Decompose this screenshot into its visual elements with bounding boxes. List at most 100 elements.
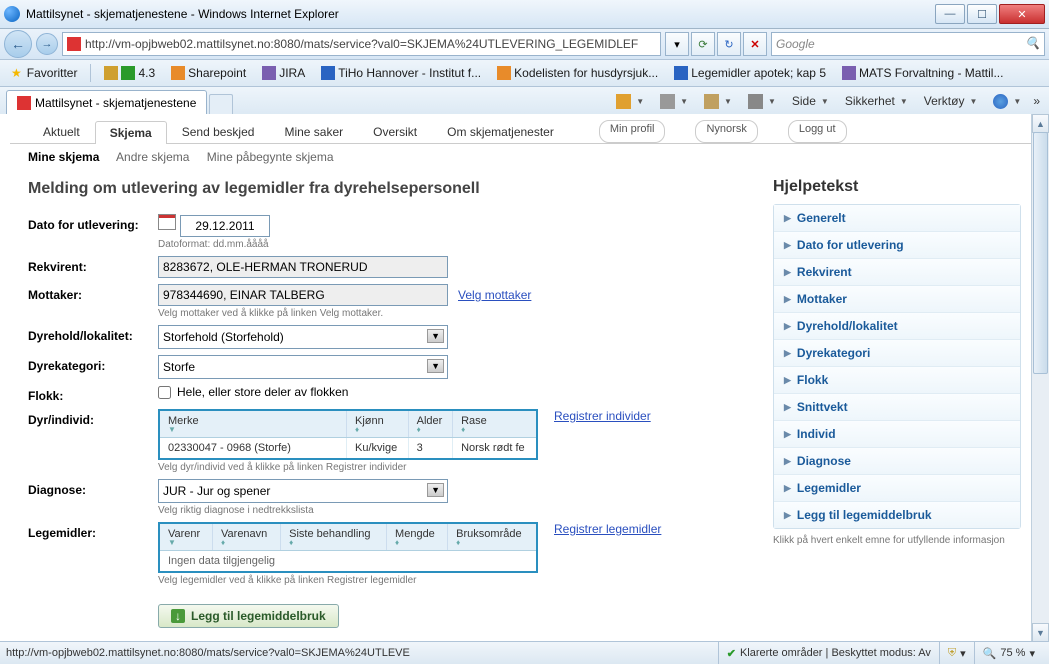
sharepoint-icon [171, 66, 185, 80]
triangle-icon: ▶ [784, 240, 791, 251]
fav-item-tiho[interactable]: TiHo Hannover - Institut f... [316, 63, 486, 83]
home-button[interactable]: ▼ [609, 89, 651, 113]
refresh-button[interactable]: ↻ [717, 32, 741, 56]
col-siste[interactable]: Siste behandling♦ [281, 523, 387, 551]
col-alder[interactable]: Alder♦ [408, 410, 452, 438]
checkbox-flokk[interactable]: Hele, eller store deler av flokken [158, 385, 753, 399]
help-item-legemidler[interactable]: ▶Legemidler [774, 475, 1020, 502]
col-bruksomrade[interactable]: Bruksområde♦ [448, 523, 537, 551]
fav-item-kodelisten[interactable]: Kodelisten for husdyrsjuk... [492, 63, 663, 83]
triangle-icon: ▶ [784, 267, 791, 278]
triangle-icon: ▶ [784, 321, 791, 332]
link-nynorsk[interactable]: Nynorsk [695, 120, 757, 143]
hint-diagnose: Velg riktig diagnose i nedtrekkslista [158, 505, 753, 516]
triangle-icon: ▶ [784, 348, 791, 359]
select-diagnose[interactable]: JUR - Jur og spener [158, 479, 448, 503]
help-item-dyrehold[interactable]: ▶Dyrehold/lokalitet [774, 313, 1020, 340]
col-varenavn[interactable]: Varenavn♦ [213, 523, 281, 551]
scroll-thumb[interactable] [1033, 132, 1048, 374]
status-protected-dropdown[interactable]: ⛨▾ [939, 642, 974, 664]
col-varenr[interactable]: Varenr▼ [159, 523, 213, 551]
help-item-rekvirent[interactable]: ▶Rekvirent [774, 259, 1020, 286]
col-merke[interactable]: Merke▼ [159, 410, 347, 438]
calendar-icon[interactable] [158, 214, 176, 230]
jira-icon [262, 66, 276, 80]
link-velgmottaker[interactable]: Velg mottaker [458, 288, 531, 302]
col-rase[interactable]: Rase♦ [453, 410, 537, 438]
tab-sendbeskjed[interactable]: Send beskjed [167, 120, 270, 143]
table-row[interactable]: 02330047 - 0968 (Storfe) Ku/kvige 3 Nors… [159, 438, 537, 460]
tab-minesaker[interactable]: Mine saker [269, 120, 358, 143]
link-minprofil[interactable]: Min profil [599, 120, 666, 143]
help-item-snittvekt[interactable]: ▶Snittvekt [774, 394, 1020, 421]
fav-item-43[interactable]: 4.3 [99, 63, 160, 83]
hint-mottaker: Velg mottaker ved å klikke på linken Vel… [158, 308, 753, 319]
triangle-icon: ▶ [784, 456, 791, 467]
help-item-dato[interactable]: ▶Dato for utlevering [774, 232, 1020, 259]
new-tab-button[interactable] [209, 94, 233, 115]
subtab-andreskjema[interactable]: Andre skjema [116, 150, 189, 164]
select-dyrekategori[interactable]: Storfe [158, 355, 448, 379]
browser-tab[interactable]: Mattilsynet - skjematjenestene [6, 90, 207, 115]
help-title: Hjelpetekst [773, 178, 1021, 196]
plus-icon: ↓ [171, 609, 185, 623]
status-zoom[interactable]: 🔍75 % ▾ [974, 642, 1043, 664]
triangle-icon: ▶ [784, 375, 791, 386]
help-item-mottaker[interactable]: ▶Mottaker [774, 286, 1020, 313]
safety-menu[interactable]: Sikkerhet▼ [838, 89, 915, 113]
help-item-individ[interactable]: ▶Individ [774, 421, 1020, 448]
page-menu[interactable]: Side▼ [785, 89, 836, 113]
link-registrer-individer[interactable]: Registrer individer [554, 409, 651, 423]
help-item-flokk[interactable]: ▶Flokk [774, 367, 1020, 394]
chevron-button[interactable]: » [1030, 89, 1043, 113]
compat-view-button[interactable]: ⟳ [691, 32, 715, 56]
triangle-icon: ▶ [784, 402, 791, 413]
link-registrer-legemidler[interactable]: Registrer legemidler [554, 522, 661, 536]
fav-item-mats[interactable]: MATS Forvaltning - Mattil... [837, 63, 1008, 83]
fav-item-legemidler[interactable]: Legemidler apotek; kap 5 [669, 63, 831, 83]
search-box[interactable]: Google 🔍 [771, 32, 1045, 56]
help-item-generelt[interactable]: ▶Generelt [774, 205, 1020, 232]
fav-item-sharepoint[interactable]: Sharepoint [166, 63, 251, 83]
help-item-diagnose[interactable]: ▶Diagnose [774, 448, 1020, 475]
link-loggut[interactable]: Logg ut [788, 120, 847, 143]
table-legemidler: Varenr▼ Varenavn♦ Siste behandling♦ Meng… [158, 522, 538, 573]
col-mengde[interactable]: Mengde♦ [387, 523, 448, 551]
subtab-mineskjema[interactable]: Mine skjema [28, 150, 99, 164]
forward-button[interactable]: → [36, 33, 58, 55]
button-leggtil-legemiddelbruk[interactable]: ↓ Legg til legemiddelbruk [158, 604, 339, 628]
select-dyrehold[interactable]: Storfehold (Storfehold) [158, 325, 448, 349]
address-bar[interactable]: http://vm-opjbweb02.mattilsynet.no:8080/… [62, 32, 661, 56]
minimize-button[interactable]: — [935, 4, 965, 24]
feeds-button[interactable]: ▼ [653, 89, 695, 113]
stop-button[interactable]: ✕ [743, 32, 767, 56]
tab-omskjema[interactable]: Om skjematjenester [432, 120, 569, 143]
input-dato[interactable] [180, 215, 270, 237]
page-scrollbar[interactable]: ▲ ▼ [1031, 114, 1049, 642]
scroll-down-button[interactable]: ▼ [1032, 623, 1049, 642]
search-placeholder: Google [776, 37, 815, 51]
address-dropdown[interactable]: ▾ [665, 32, 689, 56]
tab-oversikt[interactable]: Oversikt [358, 120, 432, 143]
fav-item-jira[interactable]: JIRA [257, 63, 310, 83]
site-favicon [67, 37, 81, 51]
maximize-button[interactable]: ☐ [967, 4, 997, 24]
col-kjonn[interactable]: Kjønn♦ [347, 410, 409, 438]
search-icon[interactable]: 🔍 [1025, 36, 1040, 50]
help-item-dyrekategori[interactable]: ▶Dyrekategori [774, 340, 1020, 367]
readmail-button[interactable]: ▼ [697, 89, 739, 113]
check-icon: ✔ [727, 647, 736, 660]
status-bar: http://vm-opjbweb02.mattilsynet.no:8080/… [0, 641, 1049, 664]
help-button[interactable]: ▼ [986, 89, 1028, 113]
subtab-paabegynte[interactable]: Mine påbegynte skjema [207, 150, 334, 164]
back-button[interactable]: ← [4, 30, 32, 58]
help-icon [993, 94, 1008, 109]
close-button[interactable]: ✕ [999, 4, 1045, 24]
tab-aktuelt[interactable]: Aktuelt [28, 120, 95, 143]
print-button[interactable]: ▼ [741, 89, 783, 113]
help-item-leggtil[interactable]: ▶Legg til legemiddelbruk [774, 502, 1020, 528]
favorites-button[interactable]: ★Favoritter [6, 63, 82, 83]
tab-skjema[interactable]: Skjema [95, 121, 167, 144]
tools-menu[interactable]: Verktøy▼ [917, 89, 985, 113]
scroll-up-button[interactable]: ▲ [1032, 114, 1049, 133]
